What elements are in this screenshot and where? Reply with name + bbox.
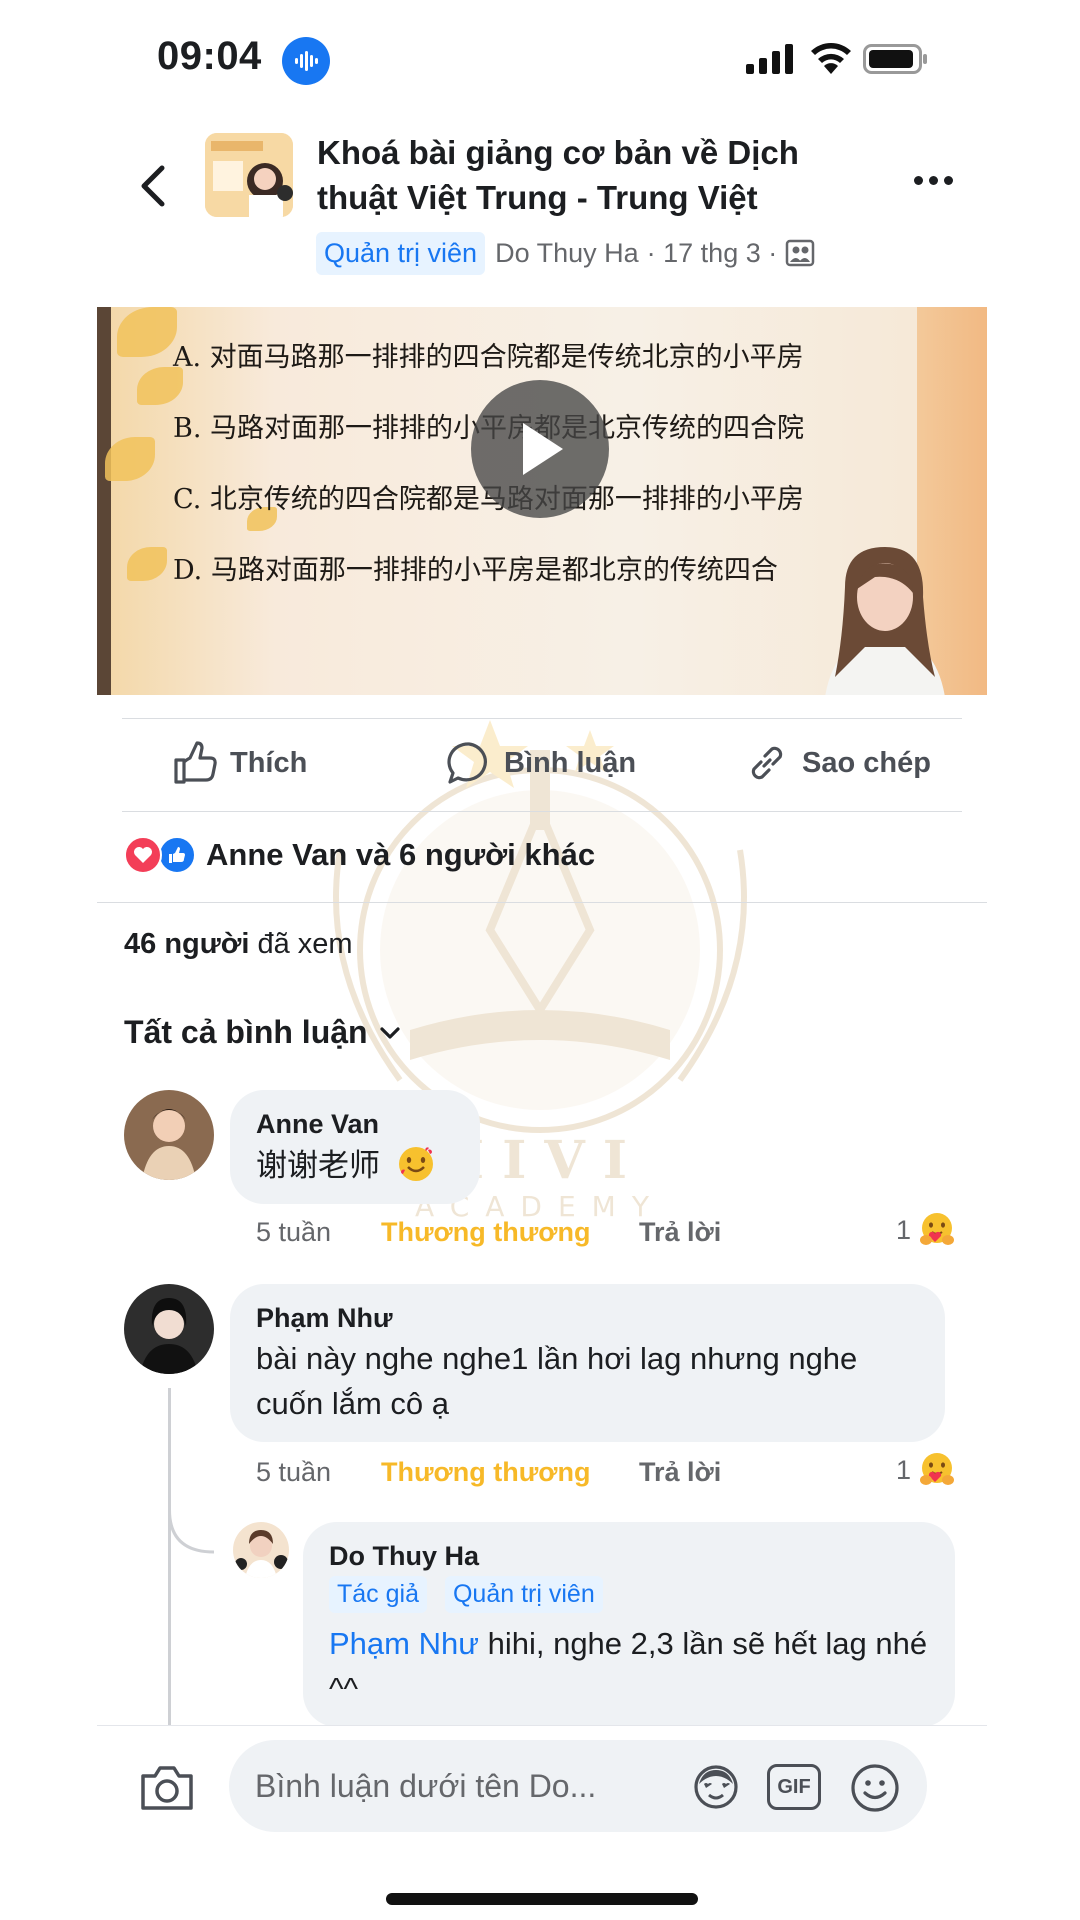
comment-label: Bình luận xyxy=(504,746,637,779)
hugging-face-icon xyxy=(920,1453,955,1485)
like-reaction-icon xyxy=(158,836,196,874)
dot-icon xyxy=(943,175,953,185)
copy-label: Sao chép xyxy=(802,746,931,779)
admin-tag: Quản trị viên xyxy=(444,1576,603,1613)
mention-link[interactable]: Phạm Như xyxy=(329,1626,479,1661)
dot-icon xyxy=(913,175,923,185)
comment-filter-dropdown[interactable]: Tất cả bình luận xyxy=(124,1014,402,1051)
like-button[interactable]: Thích xyxy=(172,738,307,788)
reactions-text: Anne Van và 6 người khác xyxy=(206,837,596,872)
reaction-count: 1 xyxy=(896,1454,912,1485)
reaction-count: 1 xyxy=(896,1214,912,1245)
comment-text: bài này nghe nghe1 lần hơi lag nhưng ngh… xyxy=(256,1341,858,1421)
comment-text: 谢谢老师 xyxy=(256,1142,454,1188)
like-label: Thích xyxy=(230,746,308,779)
video-player[interactable]: A. 对面马路那一排排的四合院都是传统北京的小平房 B. 马路对面那一排排的小平… xyxy=(97,307,987,695)
play-icon xyxy=(523,423,563,475)
avatar[interactable] xyxy=(233,1522,289,1578)
comment-filter-label: Tất cả bình luận xyxy=(124,1014,368,1050)
love-reaction-icon xyxy=(124,836,162,874)
avatar-sticker-icon[interactable] xyxy=(691,1762,741,1812)
copy-link-button[interactable]: Sao chép xyxy=(744,738,931,788)
post-author[interactable]: Do Thuy Ha xyxy=(495,238,639,269)
video-border xyxy=(97,307,111,695)
group-title[interactable]: Khoá bài giảng cơ bản về Dịch thuật Việt… xyxy=(317,130,877,220)
reply-bubble[interactable]: Do Thuy Ha Tác giả Quản trị viên Phạm Nh… xyxy=(303,1522,955,1727)
comment-time[interactable]: 5 tuần xyxy=(256,1457,381,1488)
thread-connector xyxy=(168,1510,215,1554)
post-meta: Quản trị viên Do Thuy Ha · 17 thg 3 · xyxy=(316,230,815,276)
decor-leaf xyxy=(127,547,167,581)
decor-leaf xyxy=(105,437,155,481)
emoji-icon[interactable] xyxy=(849,1762,901,1814)
reply-button[interactable]: Trả lời xyxy=(639,1217,721,1248)
chevron-left-icon xyxy=(141,165,165,207)
admin-badge: Quản trị viên xyxy=(316,231,486,275)
comment-button[interactable]: Bình luận xyxy=(446,738,636,788)
battery-icon xyxy=(863,44,927,74)
comment-bubble[interactable]: Phạm Như bài này nghe nghe1 lần hơi lag … xyxy=(230,1284,945,1442)
reply-text: Phạm Như hihi, nghe 2,3 lần sẽ hết lag n… xyxy=(329,1626,928,1706)
home-indicator[interactable] xyxy=(386,1893,698,1905)
hugging-face-icon xyxy=(920,1213,955,1245)
chevron-down-icon xyxy=(379,1026,400,1039)
status-bar: 09:04 xyxy=(0,0,1080,120)
reactions-summary[interactable]: Anne Van và 6 người khác xyxy=(124,832,595,878)
divider xyxy=(122,718,962,719)
smiling-face-with-hearts-icon xyxy=(398,1147,433,1181)
comment-actions: 5 tuần Thương thương Trả lời xyxy=(256,1452,721,1492)
divider xyxy=(122,811,962,812)
comment-input[interactable] xyxy=(255,1740,675,1832)
wifi-icon xyxy=(811,43,851,74)
avatar[interactable] xyxy=(124,1284,214,1374)
comment-composer: GIF xyxy=(97,1725,987,1845)
decor-leaf xyxy=(117,307,177,357)
group-members-icon xyxy=(785,239,815,267)
views-count[interactable]: 46 người đã xem xyxy=(124,928,353,961)
comment-author[interactable]: Phạm Như xyxy=(256,1300,919,1336)
thumbs-up-icon xyxy=(174,741,217,784)
cellular-signal-icon xyxy=(746,44,793,74)
avatar[interactable] xyxy=(124,1090,214,1180)
status-time: 09:04 xyxy=(157,34,262,78)
comment-input-container[interactable]: GIF xyxy=(229,1740,927,1832)
comment-bubble[interactable]: Anne Van 谢谢老师 xyxy=(230,1090,480,1204)
views-label: đã xem xyxy=(249,928,353,960)
comment-author[interactable]: Anne Van xyxy=(256,1106,454,1142)
back-button[interactable] xyxy=(128,156,178,216)
comment-bubble-icon xyxy=(447,742,487,784)
link-icon xyxy=(751,746,783,780)
post-header: Khoá bài giảng cơ bản về Dịch thuật Việt… xyxy=(0,120,1080,290)
post-date[interactable]: · 17 thg 3 · xyxy=(647,238,778,269)
views-number: 46 người xyxy=(124,928,250,960)
reply-button[interactable]: Trả lời xyxy=(639,1457,721,1488)
presenter-image xyxy=(825,547,945,695)
author-tags: Tác giả Quản trị viên xyxy=(329,1576,929,1613)
camera-icon[interactable] xyxy=(139,1762,195,1812)
reply-author[interactable]: Do Thuy Ha xyxy=(329,1538,929,1574)
voice-recording-icon xyxy=(282,37,330,85)
comment-reaction-button[interactable]: Thương thương xyxy=(381,1217,639,1248)
play-button[interactable] xyxy=(471,380,609,518)
more-options-button[interactable] xyxy=(905,160,961,200)
group-thumbnail[interactable] xyxy=(205,133,293,217)
comment-reaction-count[interactable]: 1 xyxy=(896,1450,957,1490)
thread-line xyxy=(168,1388,171,1726)
comment-reaction-count[interactable]: 1 xyxy=(896,1210,957,1250)
divider xyxy=(97,902,987,903)
dot-icon xyxy=(928,175,938,185)
comment-time[interactable]: 5 tuần xyxy=(256,1217,381,1248)
comment-actions: 5 tuần Thương thương Trả lời xyxy=(256,1212,721,1252)
gif-button[interactable]: GIF xyxy=(767,1764,821,1810)
comment-reaction-button[interactable]: Thương thương xyxy=(381,1457,639,1488)
author-tag: Tác giả xyxy=(329,1576,427,1613)
